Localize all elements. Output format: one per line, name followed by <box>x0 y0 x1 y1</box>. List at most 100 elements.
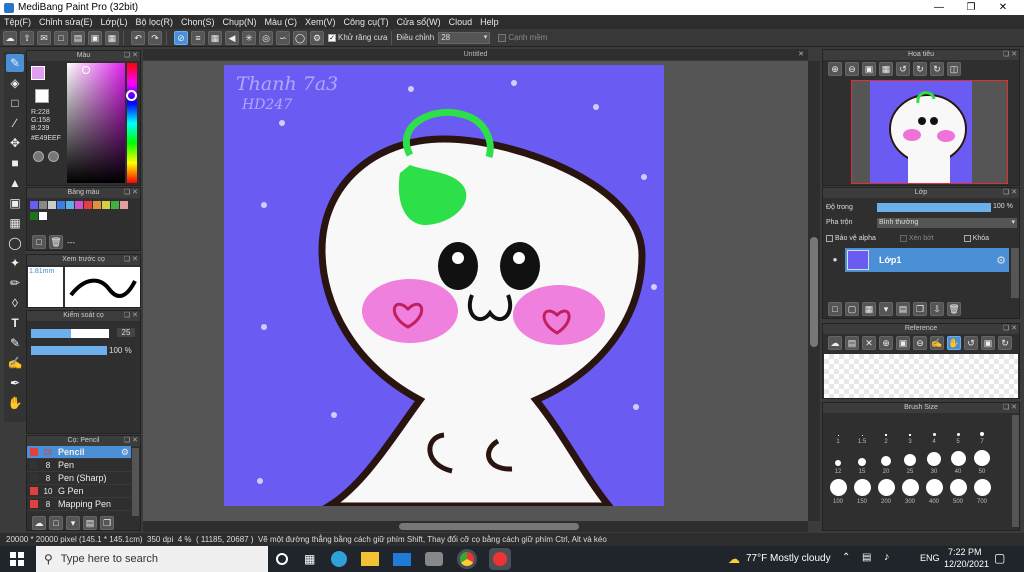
cortana-icon[interactable] <box>276 553 288 565</box>
brush-size-option[interactable]: 700 <box>970 479 994 505</box>
task-view-icon[interactable]: ▦ <box>304 552 315 566</box>
upload-icon[interactable]: ⇧ <box>20 30 34 45</box>
notification-icon[interactable]: ▢ <box>994 551 1005 565</box>
brush-size-option[interactable]: 20 <box>874 456 898 475</box>
palette-swatch[interactable] <box>30 201 38 209</box>
add-brush-menu-icon[interactable]: ▾ <box>66 516 80 530</box>
settings-icon[interactable]: ⚙ <box>310 30 324 45</box>
brush-size-option[interactable]: 15 <box>850 458 874 475</box>
color-sliders-icon[interactable] <box>48 151 59 162</box>
magic-wand-tool-icon[interactable]: ✦ <box>6 254 24 272</box>
delete-palette-icon[interactable]: 🗑 <box>49 235 63 249</box>
brush-size-option[interactable]: 150 <box>850 479 874 505</box>
brush-size-slider[interactable] <box>31 329 109 338</box>
horizontal-scroll-thumb[interactable] <box>399 523 579 530</box>
brush-size-option[interactable]: 5 <box>946 433 970 445</box>
color-wheel-icon[interactable] <box>33 151 44 162</box>
rotate-left-icon[interactable]: ↺ <box>964 336 978 350</box>
minimize-button[interactable]: — <box>924 0 954 15</box>
panel-close-icon[interactable]: ❏ ✕ <box>124 436 138 446</box>
delete-layer-icon[interactable]: 🗑 <box>947 302 961 316</box>
select-pen-tool-icon[interactable]: ✏ <box>6 274 24 292</box>
new-file-icon[interactable]: □ <box>54 30 68 45</box>
add-layer-1bit-icon[interactable]: ▦ <box>862 302 876 316</box>
vertical-scroll-thumb[interactable] <box>810 237 818 347</box>
fit-icon[interactable]: ▣ <box>896 336 910 350</box>
palette-swatch[interactable] <box>93 201 101 209</box>
palette-swatch[interactable] <box>102 201 110 209</box>
cloud-icon[interactable]: ☁ <box>3 30 17 45</box>
new-palette-icon[interactable]: □ <box>32 235 46 249</box>
palette-swatch[interactable] <box>39 212 47 220</box>
brush-size-option[interactable]: 12 <box>826 460 850 475</box>
taskbar-search[interactable]: ⚲ Type here to search <box>36 546 268 572</box>
menu-help[interactable]: Help <box>476 17 503 27</box>
snap-ellipse-icon[interactable]: ◯ <box>293 30 307 45</box>
clock-date[interactable]: 12/20/2021 <box>944 559 989 569</box>
flip-icon[interactable]: ◫ <box>947 62 961 76</box>
menu-file[interactable]: Tệp(F) <box>0 17 35 27</box>
layer-row[interactable]: ● Lớp1 ⚙ <box>825 248 1009 272</box>
gear-icon[interactable]: ⚙ <box>121 447 129 458</box>
add-layer-icon[interactable]: □ <box>828 302 842 316</box>
brush-size-option[interactable]: 4 <box>922 433 946 445</box>
lasso-tool-icon[interactable]: ◯ <box>6 234 24 252</box>
fill-rect-tool-icon[interactable]: ■ <box>6 154 24 172</box>
brush-item-mapping-pen[interactable]: 8 Mapping Pen <box>27 498 131 511</box>
gear-icon[interactable]: ⚙ <box>996 254 1006 267</box>
brush-size-option[interactable]: 500 <box>946 479 970 505</box>
rotate-left-icon[interactable]: ↺ <box>896 62 910 76</box>
saturation-value-box[interactable] <box>67 63 125 183</box>
palette-swatch[interactable] <box>39 201 47 209</box>
save-icon[interactable]: ▣ <box>88 30 102 45</box>
clock-time[interactable]: 7:22 PM <box>948 547 982 557</box>
protect-alpha-checkbox[interactable] <box>826 235 833 242</box>
panel-close-icon[interactable]: ❏ ✕ <box>124 51 138 61</box>
clipping-checkbox[interactable] <box>899 235 907 242</box>
hand-icon[interactable]: ✋ <box>947 336 961 350</box>
open-reference-icon[interactable]: ▤ <box>845 336 859 350</box>
bucket-tool-icon[interactable]: ▲ <box>6 174 24 192</box>
brush-opacity-slider[interactable] <box>31 346 107 355</box>
layer-scrollbar[interactable] <box>1011 248 1019 298</box>
fit-screen-icon[interactable]: ▣ <box>981 336 995 350</box>
brush-list-scrollbar[interactable] <box>132 448 139 516</box>
actual-size-icon[interactable]: ▦ <box>879 62 893 76</box>
fit-icon[interactable]: ▣ <box>862 62 876 76</box>
menu-window[interactable]: Cửa sổ(W) <box>393 17 445 27</box>
gradient-tool-icon[interactable]: ▣ <box>6 194 24 212</box>
zoom-out-icon[interactable]: ⊖ <box>845 62 859 76</box>
drawing-canvas[interactable]: Thanh 7a3 HD247 <box>224 65 664 506</box>
reset-rotation-icon[interactable]: ↻ <box>930 62 944 76</box>
menu-capture[interactable]: Chụp(N) <box>219 17 261 27</box>
brush-size-option[interactable]: 3 <box>898 434 922 445</box>
close-reference-icon[interactable]: ✕ <box>862 336 876 350</box>
duplicate-icon[interactable]: ❐ <box>100 516 114 530</box>
chrome-icon[interactable] <box>457 549 478 569</box>
adjust-select[interactable]: 28 ▾ <box>438 31 491 44</box>
menu-filter[interactable]: Bộ lọc(R) <box>131 17 177 27</box>
snap-radial-icon[interactable]: ✳ <box>242 30 256 45</box>
redo-icon[interactable]: ↷ <box>148 30 162 45</box>
medibang-taskbar-icon[interactable] <box>489 548 512 570</box>
file-explorer-icon[interactable] <box>361 552 380 566</box>
snap-circle-icon[interactable]: ◎ <box>259 30 273 45</box>
palette-swatch[interactable] <box>84 201 92 209</box>
rotate-right-icon[interactable]: ↻ <box>913 62 927 76</box>
snap-parallel-icon[interactable]: ≡ <box>191 30 205 45</box>
soft-edge-checkbox[interactable] <box>498 33 507 42</box>
network-icon[interactable]: ▤ <box>862 552 871 563</box>
cloud-brush-icon[interactable]: ☁ <box>32 516 46 530</box>
undo-icon[interactable]: ↶ <box>131 30 145 45</box>
brush-size-option[interactable]: 30 <box>922 452 946 475</box>
open-file-icon[interactable]: ▤ <box>71 30 85 45</box>
brush-size-option[interactable]: 40 <box>946 451 970 475</box>
palette-swatch[interactable] <box>75 201 83 209</box>
brush-size-option[interactable]: 25 <box>898 454 922 475</box>
panel-close-icon[interactable]: ❏ ✕ <box>1003 324 1017 334</box>
menu-select[interactable]: Chọn(S) <box>177 17 219 27</box>
dot-pen-tool-icon[interactable]: ∕ <box>6 114 24 132</box>
canvas-horizontal-scrollbar[interactable] <box>143 521 808 532</box>
cloud-icon[interactable]: ☁ <box>828 336 842 350</box>
folder-icon[interactable]: ▤ <box>896 302 910 316</box>
